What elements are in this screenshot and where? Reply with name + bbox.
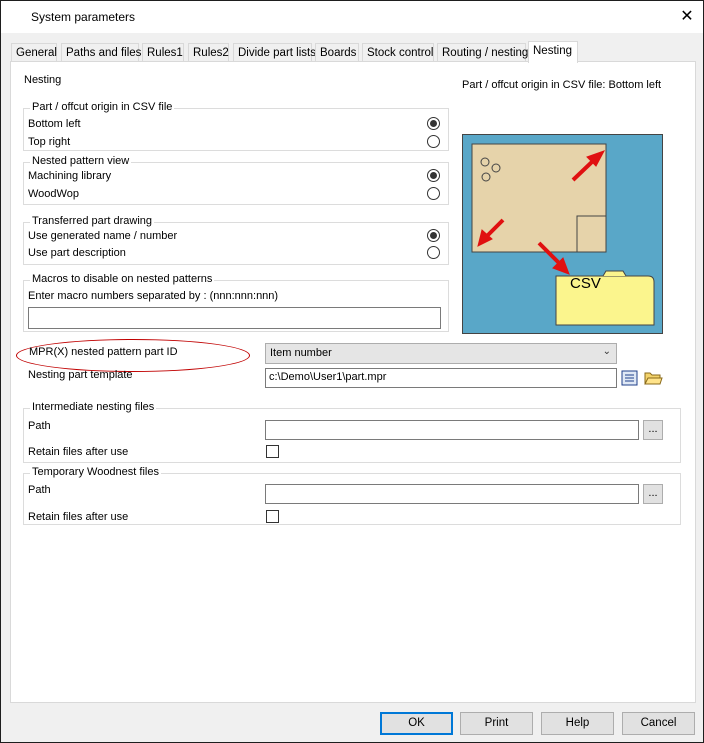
macros-input[interactable] [28,307,441,329]
drawing-group-title: Transferred part drawing [30,215,155,227]
csv-folder-tab [602,270,627,277]
tab-routing-nesting[interactable]: Routing / nesting [437,43,528,63]
drawing-generated-name-radio[interactable] [427,229,440,242]
origin-group: Part / offcut origin in CSV file [23,101,449,151]
tab-boards[interactable]: Boards [315,43,359,63]
intermediate-path-label: Path [28,420,51,432]
list-icon [621,370,638,386]
tab-general[interactable]: General [11,43,57,63]
tab-panel-nesting: Nesting Part / offcut origin in CSV file… [10,61,696,703]
part-rectangle [471,143,607,253]
origin-top-right-label: Top right [28,136,71,148]
template-input[interactable]: c:\Demo\User1\part.mpr [265,368,617,388]
print-button[interactable]: Print [460,712,533,735]
chevron-down-icon: ⌄ [602,346,611,357]
tab-stock-control[interactable]: Stock control [362,43,434,63]
woodnest-retain-checkbox[interactable] [266,510,279,523]
origin-bottom-left-label: Bottom left [28,118,81,130]
macros-group-title: Macros to disable on nested patterns [30,273,215,285]
view-machining-library-radio[interactable] [427,169,440,182]
view-group-title: Nested pattern view [30,155,132,167]
drawing-part-description-label: Use part description [28,247,126,259]
intermediate-retain-checkbox[interactable] [266,445,279,458]
part-id-value: Item number [270,347,332,359]
template-label: Nesting part template [28,369,133,381]
open-folder-icon[interactable] [643,368,663,388]
origin-top-right-radio[interactable] [427,135,440,148]
origin-bottom-left-radio[interactable] [427,117,440,130]
view-woodwop-radio[interactable] [427,187,440,200]
title-bar: System parameters ✕ [1,1,703,33]
help-button[interactable]: Help [541,712,614,735]
woodnest-path-input[interactable] [265,484,639,504]
dialog-window: System parameters ✕ General Paths and fi… [0,0,704,743]
tab-divide-part-lists[interactable]: Divide part lists [233,43,316,63]
tab-paths-and-files[interactable]: Paths and files [61,43,141,63]
window-title: System parameters [31,10,136,24]
view-woodwop-label: WoodWop [28,188,79,200]
part-id-label: MPR(X) nested pattern part ID [29,346,178,358]
csv-label: CSV [570,275,601,292]
drawing-generated-name-label: Use generated name / number [28,230,178,242]
woodnest-group-title: Temporary Woodnest files [30,466,161,478]
close-icon[interactable]: ✕ [673,5,701,29]
intermediate-browse-button[interactable]: ... [643,420,663,440]
intermediate-retain-label: Retain files after use [28,446,129,458]
folder-icon [644,372,663,385]
intermediate-group-title: Intermediate nesting files [30,401,157,413]
origin-group-title: Part / offcut origin in CSV file [30,101,175,113]
tab-rules1[interactable]: Rules1 [142,43,184,63]
part-id-select[interactable]: Item number ⌄ [265,343,617,364]
edit-template-icon[interactable] [620,368,640,388]
drawing-part-description-radio[interactable] [427,246,440,259]
woodnest-browse-button[interactable]: ... [643,484,663,504]
tab-nesting[interactable]: Nesting [528,41,578,63]
cancel-button[interactable]: Cancel [622,712,695,735]
origin-diagram-graphic: CSV [471,143,655,326]
section-title: Nesting [24,74,62,86]
view-machining-library-label: Machining library [28,170,112,182]
view-group: Nested pattern view [23,155,449,205]
macros-instruction: Enter macro numbers separated by : (nnn:… [28,290,279,302]
woodnest-path-label: Path [28,484,51,496]
intermediate-path-input[interactable] [265,420,639,440]
woodnest-retain-label: Retain files after use [28,511,129,523]
diagram-caption: Part / offcut origin in CSV file: Bottom… [462,79,662,91]
origin-diagram: CSV [462,134,663,334]
tab-rules2[interactable]: Rules2 [188,43,229,63]
ok-button[interactable]: OK [380,712,453,735]
